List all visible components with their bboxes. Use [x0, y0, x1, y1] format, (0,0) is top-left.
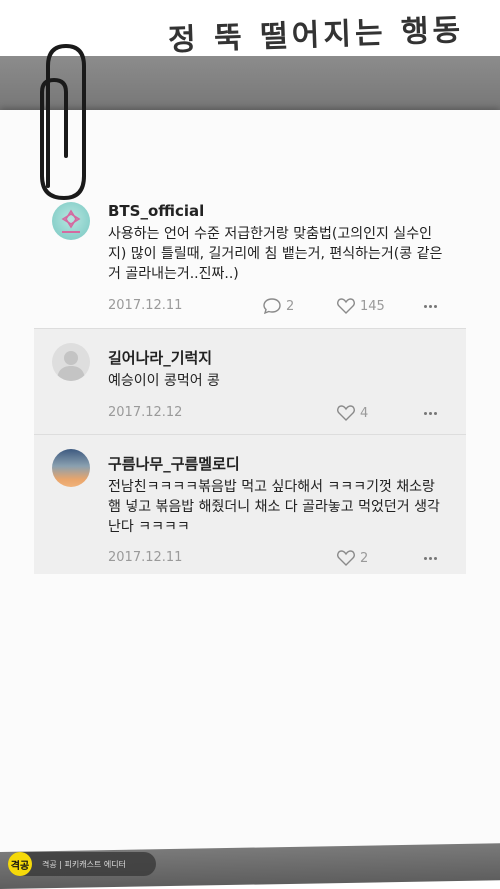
- avatar[interactable]: [52, 449, 90, 487]
- comment-date: 2017.12.12: [108, 405, 183, 420]
- more-options-button[interactable]: [420, 403, 440, 423]
- comment-date: 2017.12.11: [108, 298, 183, 313]
- comment-username[interactable]: 구름나무_구름멜로디: [108, 453, 240, 474]
- comment-meta: 2017.12.12 4: [34, 403, 466, 423]
- reply-item: 길어나라_기럭지 예승이이 콩먹어 콩 2017.12.12 4: [34, 328, 466, 434]
- heart-icon: [337, 550, 355, 566]
- gyeokgong-logo: 격공: [8, 852, 32, 876]
- comment-username[interactable]: BTS_official: [108, 202, 204, 220]
- like-count: 145: [360, 298, 385, 314]
- comment-meta: 2017.12.11 2: [34, 548, 466, 568]
- comment-meta: 2017.12.11 2 145: [34, 296, 466, 316]
- like-count: 4: [360, 405, 369, 421]
- reply-count: 2: [286, 298, 295, 314]
- comment-username[interactable]: 길어나라_기럭지: [108, 347, 212, 368]
- like-button[interactable]: 145: [336, 296, 385, 316]
- reply-button[interactable]: 2: [262, 296, 294, 316]
- comment-text: 예승이이 콩먹어 콩: [108, 373, 220, 389]
- more-options-button[interactable]: [420, 296, 440, 316]
- heart-icon: [337, 405, 355, 421]
- bts-logo-icon: [61, 209, 81, 233]
- like-count: 2: [360, 550, 369, 566]
- more-dots-icon: [423, 411, 437, 415]
- comment-date: 2017.12.11: [108, 550, 183, 565]
- avatar[interactable]: [52, 343, 90, 381]
- comment-item: BTS_official 사용하는 언어 수준 저급한거랑 맞춤법(고의인지 실…: [34, 190, 466, 328]
- default-user-icon: [57, 351, 85, 381]
- reply-item: 구름나무_구름멜로디 전남친ㅋㅋㅋㅋ볶음밥 먹고 싶다해서 ㅋㅋㅋ기껏 채소랑 …: [34, 434, 466, 574]
- comment-text: 사용하는 언어 수준 저급한거랑 맞춤법(고의인지 실수인지) 많이 틀릴때, …: [108, 226, 443, 282]
- more-dots-icon: [423, 556, 437, 560]
- heart-icon: [337, 298, 355, 314]
- paperclip-icon: [40, 43, 86, 201]
- comment-text: 전남친ㅋㅋㅋㅋ볶음밥 먹고 싶다해서 ㅋㅋㅋ기껏 채소랑 햄 넣고 볶음밥 해줬…: [108, 479, 440, 535]
- avatar[interactable]: [52, 202, 90, 240]
- speech-bubble-icon: [263, 298, 281, 315]
- like-button[interactable]: 4: [336, 403, 368, 423]
- like-button[interactable]: 2: [336, 548, 368, 568]
- more-dots-icon: [423, 304, 437, 308]
- footer-text: 격공 | 피키캐스트 에디터: [42, 859, 126, 869]
- more-options-button[interactable]: [420, 548, 440, 568]
- footer-badge[interactable]: 격공 격공 | 피키캐스트 에디터: [8, 852, 156, 876]
